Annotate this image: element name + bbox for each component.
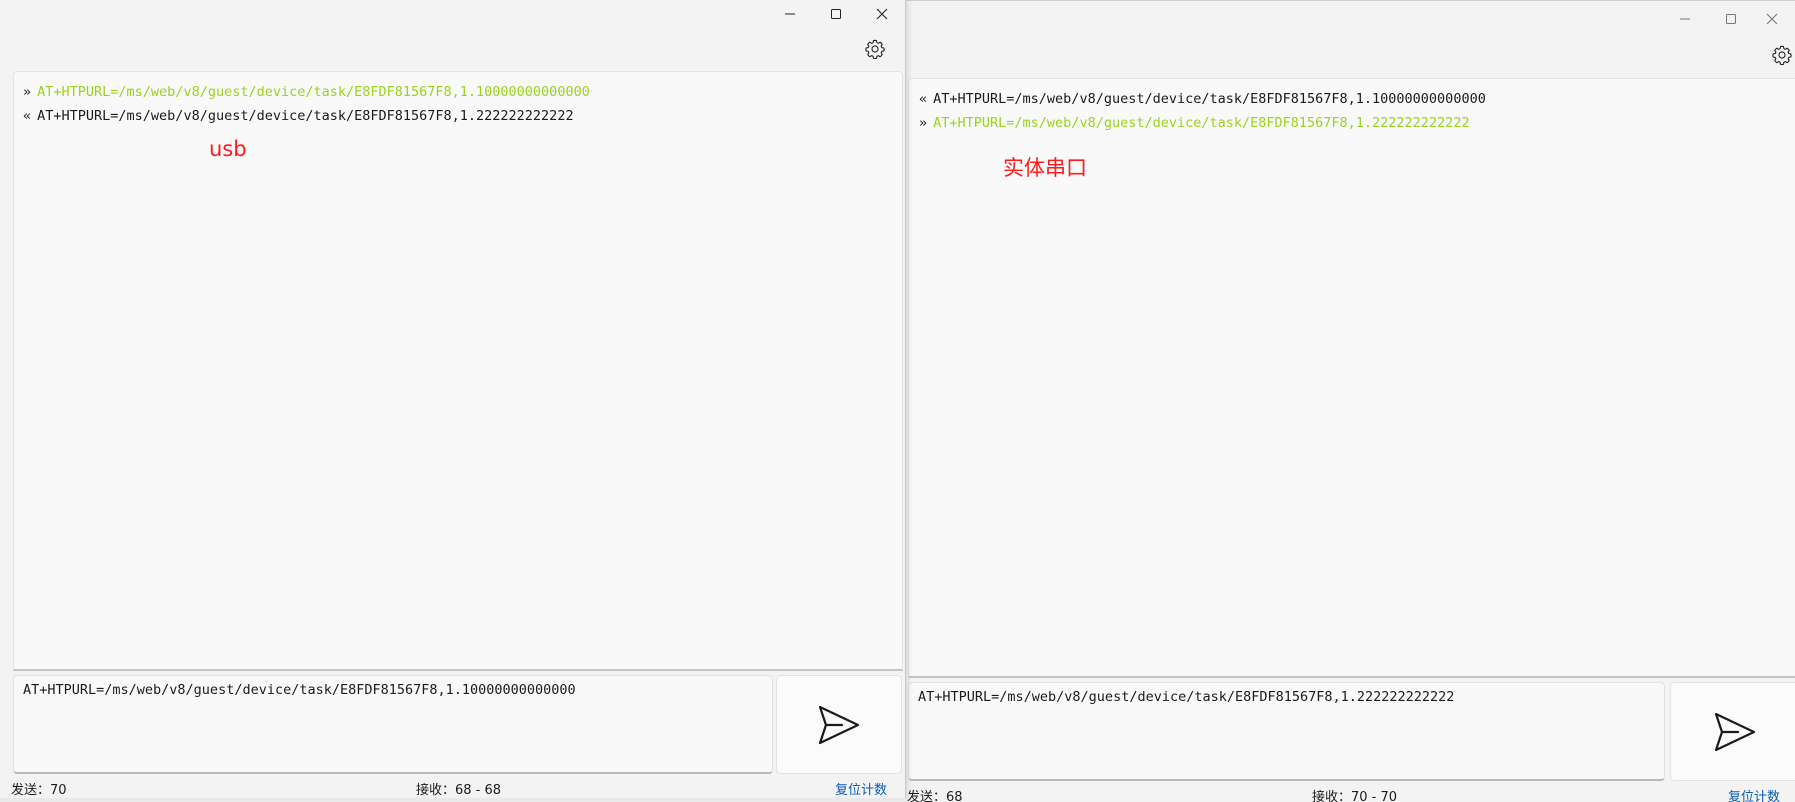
log-text: AT+HTPURL=/ms/web/v8/guest/device/task/E… — [37, 84, 590, 100]
status-bar: 发送：68 接收：70 - 70 复位计数 — [906, 784, 1795, 802]
log-line: » AT+HTPURL=/ms/web/v8/guest/device/task/… — [23, 80, 902, 104]
maximize-button[interactable] — [813, 0, 859, 28]
log-text: AT+HTPURL=/ms/web/v8/guest/device/task/E… — [37, 108, 574, 124]
command-input[interactable]: AT+HTPURL=/ms/web/v8/guest/device/task/E… — [13, 675, 773, 774]
gear-icon — [1772, 45, 1792, 66]
received-marker: « — [919, 91, 928, 107]
log-line: « AT+HTPURL=/ms/web/v8/guest/device/task/… — [23, 104, 902, 128]
minimize-icon — [785, 13, 795, 15]
command-input[interactable]: AT+HTPURL=/ms/web/v8/guest/device/task/E… — [908, 682, 1665, 781]
minimize-button[interactable] — [767, 0, 813, 28]
sent-count: 发送：70 — [11, 783, 67, 798]
minimize-icon — [1680, 18, 1690, 20]
received-marker: « — [23, 108, 32, 124]
desktop-edge — [0, 798, 906, 802]
close-icon — [876, 8, 888, 20]
received-count: 接收：68 - 68 — [416, 783, 502, 798]
settings-button[interactable] — [861, 35, 889, 63]
maximize-button[interactable] — [1708, 5, 1754, 33]
close-button[interactable] — [1749, 5, 1795, 33]
sent-count: 发送：68 — [907, 790, 963, 802]
log-line: « AT+HTPURL=/ms/web/v8/guest/device/task/… — [919, 87, 1795, 111]
reset-count-link[interactable]: 复位计数 — [835, 779, 887, 798]
reset-count-link[interactable]: 复位计数 — [1728, 786, 1780, 802]
sent-marker: » — [919, 115, 928, 131]
log-line: » AT+HTPURL=/ms/web/v8/guest/device/task/… — [919, 111, 1795, 135]
log-text: AT+HTPURL=/ms/web/v8/guest/device/task/E… — [933, 91, 1486, 107]
close-icon — [1766, 13, 1778, 25]
log-text: AT+HTPURL=/ms/web/v8/guest/device/task/E… — [933, 115, 1470, 131]
annotation-label: usb — [209, 137, 247, 161]
maximize-icon — [1726, 14, 1736, 24]
send-button[interactable] — [1670, 682, 1795, 781]
send-button[interactable] — [776, 675, 902, 774]
send-icon — [818, 705, 860, 744]
physical-serial-window: « AT+HTPURL=/ms/web/v8/guest/device/task/… — [906, 0, 1795, 802]
message-log[interactable]: » AT+HTPURL=/ms/web/v8/guest/device/task/… — [13, 71, 903, 671]
command-input-value: AT+HTPURL=/ms/web/v8/guest/device/task/E… — [23, 682, 576, 698]
sent-marker: » — [23, 84, 32, 100]
settings-button[interactable] — [1768, 41, 1795, 69]
title-bar — [0, 0, 905, 28]
gear-icon — [865, 39, 885, 60]
status-bar: 发送：70 接收：68 - 68 复位计数 — [0, 777, 905, 798]
minimize-button[interactable] — [1662, 5, 1708, 33]
usb-serial-window: » AT+HTPURL=/ms/web/v8/guest/device/task/… — [0, 0, 906, 802]
title-bar — [906, 5, 1795, 33]
annotation-label: 实体串口 — [1003, 156, 1087, 180]
maximize-icon — [831, 9, 841, 19]
toolbar — [0, 29, 905, 69]
close-button[interactable] — [859, 0, 905, 28]
send-icon — [1714, 712, 1756, 751]
toolbar — [906, 35, 1795, 75]
command-input-value: AT+HTPURL=/ms/web/v8/guest/device/task/E… — [918, 689, 1455, 705]
received-count: 接收：70 - 70 — [1312, 790, 1398, 802]
